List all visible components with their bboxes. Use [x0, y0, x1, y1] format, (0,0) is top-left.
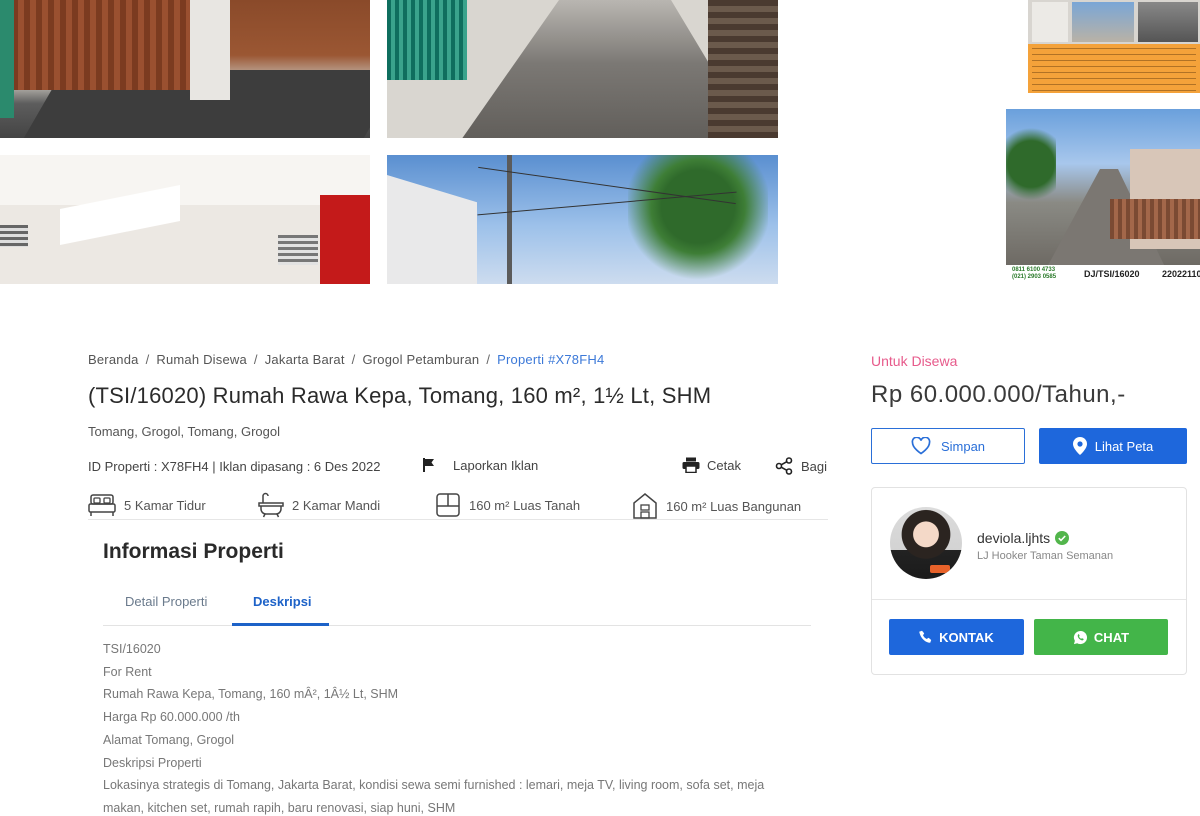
- breadcrumb-separator: /: [145, 352, 150, 367]
- feature-bathrooms-label: 2 Kamar Mandi: [292, 497, 381, 513]
- photo-interior[interactable]: [0, 155, 370, 284]
- bathtub-icon: [258, 492, 284, 518]
- tab-deskripsi[interactable]: Deskripsi: [253, 594, 312, 609]
- save-button[interactable]: Simpan: [871, 428, 1025, 464]
- whatsapp-icon: [1073, 630, 1088, 645]
- photo-street-sky[interactable]: [387, 155, 778, 284]
- bed-icon: [88, 492, 116, 518]
- share-button[interactable]: Bagi: [775, 457, 827, 475]
- listing-meta: ID Properti : X78FH4 | Iklan dipasang : …: [88, 457, 828, 477]
- report-ad-link[interactable]: Laporkan Iklan: [421, 457, 538, 473]
- photo-caption: 0811 6100 4733 (021) 2903 0585 DJ/TSI/16…: [1006, 265, 1200, 284]
- phone-icon: [919, 630, 933, 644]
- description-line: TSI/16020: [103, 642, 161, 656]
- photo-street-front[interactable]: [387, 0, 778, 138]
- description-line: Alamat Tomang, Grogol: [103, 732, 235, 747]
- agent-office: LJ Hooker Taman Semanan: [977, 550, 1114, 562]
- info-tabs: Detail Properti Deskripsi: [103, 580, 811, 626]
- flag-icon: [421, 457, 437, 473]
- feature-bedrooms: 5 Kamar Tidur: [88, 492, 206, 518]
- verified-icon: [1055, 531, 1070, 545]
- feature-building-area-label: 160 m² Luas Bangunan: [666, 498, 802, 514]
- listing-title: (TSI/16020) Rumah Rawa Kepa, Tomang, 160…: [88, 383, 712, 408]
- description-line: For Rent: [103, 664, 152, 679]
- agent-name: deviola.ljhts: [977, 530, 1051, 546]
- description-line: Rumah Rawa Kepa, Tomang, 160 mÂ², 1Â½ Lt…: [103, 687, 399, 702]
- breadcrumb-separator: /: [486, 352, 491, 367]
- breadcrumb: Beranda / Rumah Disewa / Jakarta Barat / Grogo…: [88, 352, 604, 367]
- printer-icon: [682, 457, 700, 473]
- info-heading: Informasi Properti: [103, 540, 284, 563]
- contact-button[interactable]: KONTAK: [889, 619, 1024, 655]
- active-tab-indicator: [232, 623, 329, 626]
- description-body: TSI/16020 For Rent Rumah Rawa Kepa, Toma…: [103, 638, 803, 816]
- photo-gallery: 0811 6100 4733 (021) 2903 0585 DJ/TSI/16…: [0, 0, 1200, 284]
- save-label: Simpan: [940, 438, 986, 454]
- report-ad-label: Laporkan Iklan: [453, 457, 539, 473]
- agent-card: deviola.ljhts LJ Hooker Taman Semanan KO…: [871, 487, 1187, 675]
- feature-list: 5 Kamar Tidur 2 Kamar Mandi 160 m² Luas …: [88, 490, 828, 520]
- photo-alley[interactable]: [1006, 109, 1200, 265]
- view-map-label: Lihat Peta: [1094, 438, 1154, 454]
- description-line: makan, kitchen set, rumah rapih, baru re…: [103, 800, 456, 815]
- photo-brochure[interactable]: [1028, 0, 1200, 103]
- description-line: Lokasinya strategis di Tomang, Jakarta B…: [103, 778, 765, 793]
- breadcrumb-rumah-disewa[interactable]: Rumah Disewa: [156, 352, 247, 367]
- breadcrumb-home[interactable]: Beranda: [88, 352, 139, 367]
- feature-land-area-label: 160 m² Luas Tanah: [469, 497, 581, 513]
- tab-detail-properti[interactable]: Detail Properti: [125, 594, 207, 609]
- caption-phones: 0811 6100 4733 (021) 2903 0585: [1012, 267, 1057, 280]
- listing-address: Tomang, Grogol, Tomang, Grogol: [88, 424, 280, 439]
- share-label: Bagi: [801, 458, 828, 474]
- land-area-icon: [435, 492, 461, 518]
- contact-label: KONTAK: [939, 629, 994, 645]
- photo-exterior-gate[interactable]: [0, 0, 370, 138]
- share-icon: [775, 457, 793, 475]
- feature-land-area: 160 m² Luas Tanah: [435, 492, 580, 518]
- building-icon: [632, 492, 658, 520]
- caption-date: 22022110: [1162, 269, 1200, 279]
- breadcrumb-jakarta-barat[interactable]: Jakarta Barat: [265, 352, 345, 367]
- description-line: Harga Rp 60.000.000 /th: [103, 710, 240, 725]
- listing-price: Rp 60.000.000/Tahun,-: [871, 381, 1126, 408]
- listing-id-date: ID Properti : X78FH4 | Iklan dipasang : …: [88, 459, 381, 474]
- view-map-button[interactable]: Lihat Peta: [1039, 428, 1187, 464]
- card-divider: [872, 599, 1186, 600]
- breadcrumb-separator: /: [253, 352, 258, 367]
- listing-status: Untuk Disewa: [871, 353, 958, 369]
- print-label: Cetak: [707, 457, 741, 473]
- print-button[interactable]: Cetak: [682, 457, 741, 473]
- breadcrumb-grogol-petamburan[interactable]: Grogol Petamburan: [362, 352, 479, 367]
- feature-bedrooms-label: 5 Kamar Tidur: [124, 497, 206, 513]
- avatar[interactable]: [890, 507, 962, 579]
- feature-building-area: 160 m² Luas Bangunan: [632, 492, 801, 520]
- caption-code: DJ/TSI/16020: [1084, 269, 1140, 279]
- description-line: Deskripsi Properti: [103, 755, 202, 770]
- chat-label: CHAT: [1093, 629, 1130, 645]
- breadcrumb-separator: /: [351, 352, 356, 367]
- breadcrumb-current: Properti #X78FH4: [497, 352, 605, 367]
- feature-bathrooms: 2 Kamar Mandi: [258, 492, 380, 518]
- agent-name-row[interactable]: deviola.ljhts: [977, 530, 1070, 546]
- chat-button[interactable]: CHAT: [1034, 619, 1168, 655]
- map-pin-icon: [1072, 437, 1087, 455]
- heart-icon: [911, 437, 931, 455]
